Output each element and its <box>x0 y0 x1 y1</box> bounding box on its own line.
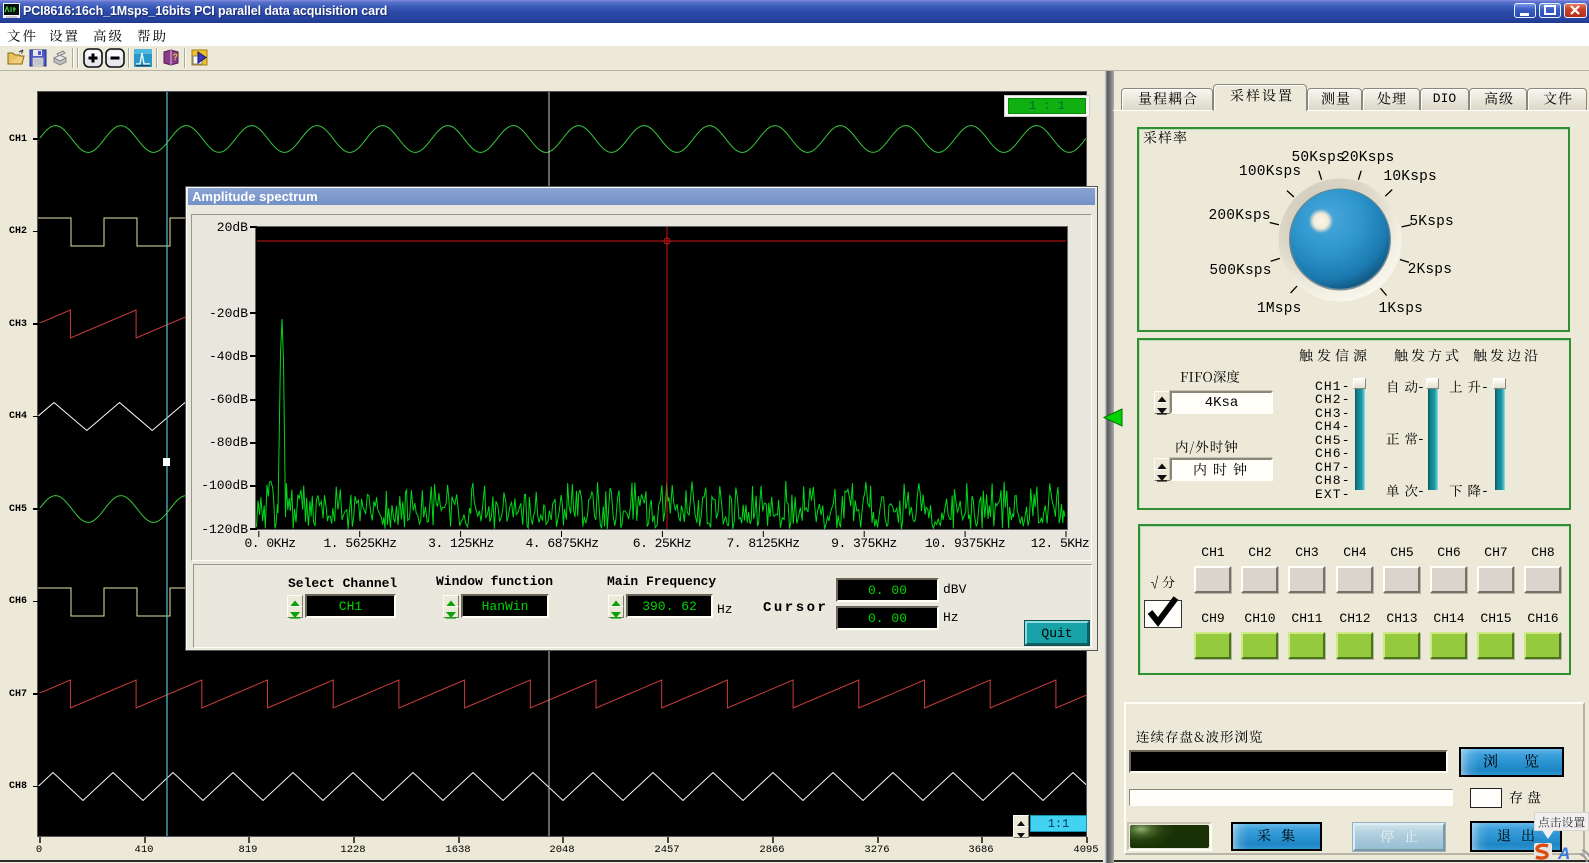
svg-text:A: A <box>1557 844 1570 863</box>
svg-text:?: ? <box>173 52 179 62</box>
